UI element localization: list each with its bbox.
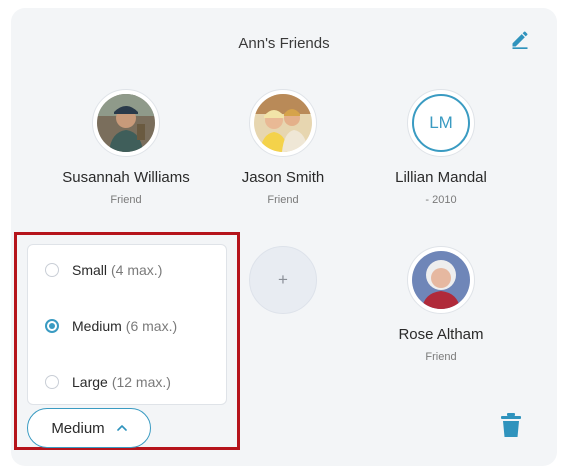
avatar: LM	[407, 89, 475, 157]
avatar	[249, 89, 317, 157]
friend-relationship: - 2010	[425, 194, 457, 206]
radio-button-selected[interactable]	[45, 319, 59, 333]
friend-name: Rose Altham	[398, 326, 484, 343]
size-option-small[interactable]: Small (4 max.)	[45, 259, 162, 281]
friend-card-jason-smith[interactable]: Jason Smith Friend	[193, 89, 373, 206]
edit-button[interactable]	[507, 26, 533, 52]
friend-card-rose-altham[interactable]: Rose Altham Friend	[351, 246, 531, 363]
avatar	[92, 89, 160, 157]
size-option-medium[interactable]: Medium (6 max.)	[45, 315, 177, 337]
friend-name: Jason Smith	[241, 169, 325, 186]
avatar-photo-icon	[254, 94, 312, 152]
option-label: Medium	[72, 318, 122, 334]
option-max: (12 max.)	[111, 374, 171, 390]
size-option-large[interactable]: Large (12 max.)	[45, 371, 171, 393]
friend-relationship: Friend	[110, 194, 142, 206]
friend-name: Susannah Williams	[62, 169, 190, 186]
option-max: (4 max.)	[111, 262, 163, 278]
friend-card-lillian-mandal[interactable]: LM Lillian Mandal - 2010	[351, 89, 531, 206]
radio-button[interactable]	[45, 263, 59, 277]
pencil-icon	[512, 31, 528, 49]
size-select-label: Medium	[51, 419, 105, 437]
friend-relationship: Friend	[267, 194, 299, 206]
trash-icon	[501, 413, 521, 437]
avatar-photo-icon	[412, 251, 470, 309]
chevron-up-icon	[116, 425, 127, 431]
option-label: Small	[72, 262, 108, 278]
friend-name: Lillian Mandal	[395, 169, 487, 186]
option-label: Large	[72, 374, 108, 390]
friend-card-susannah-williams[interactable]: Susannah Williams Friend	[36, 89, 216, 206]
plus-icon: +	[278, 270, 288, 289]
size-select-button[interactable]: Medium	[27, 408, 151, 448]
option-max: (6 max.)	[125, 318, 178, 334]
size-dropdown-menu: Small (4 max.) Medium (6 max.) Large (12…	[27, 244, 227, 405]
friend-relationship: Friend	[425, 351, 457, 363]
card-title: Ann's Friends	[238, 35, 330, 52]
delete-button[interactable]	[499, 412, 523, 438]
add-friend-button[interactable]: +	[249, 246, 317, 314]
radio-button[interactable]	[45, 375, 59, 389]
avatar-photo-icon	[97, 94, 155, 152]
avatar	[407, 246, 475, 314]
avatar-initials: LM	[412, 94, 470, 152]
